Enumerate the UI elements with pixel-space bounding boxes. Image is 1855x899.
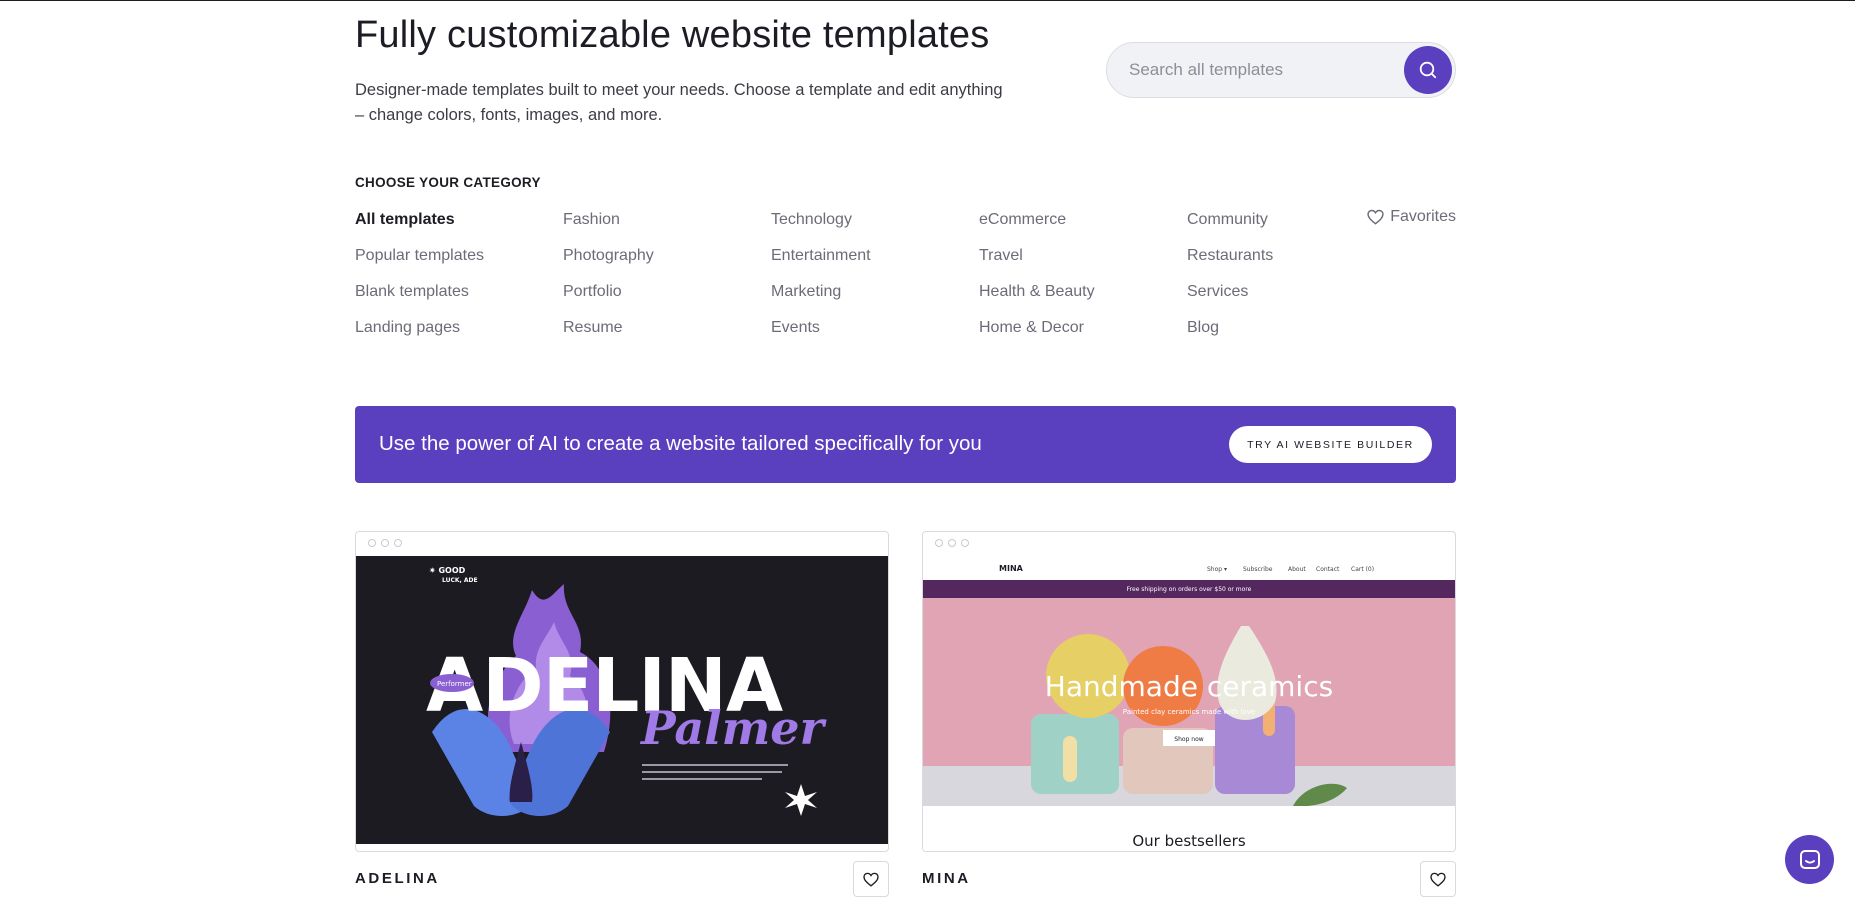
svg-text:Handmade ceramics: Handmade ceramics: [1045, 670, 1333, 703]
add-to-favorites-button[interactable]: [853, 861, 889, 897]
svg-text:Free shipping on orders over $: Free shipping on orders over $50 or more: [1127, 586, 1252, 593]
add-to-favorites-button[interactable]: [1420, 861, 1456, 897]
category-travel[interactable]: Travel: [979, 244, 1095, 280]
search-button[interactable]: [1404, 46, 1452, 94]
ai-banner: Use the power of AI to create a website …: [355, 406, 1456, 483]
page-title: Fully customizable website templates: [355, 14, 990, 56]
svg-text:MINA: MINA: [999, 564, 1024, 573]
search-icon: [1419, 61, 1437, 79]
svg-text:Subscribe: Subscribe: [1243, 566, 1273, 573]
category-marketing[interactable]: Marketing: [771, 280, 871, 316]
search-input[interactable]: [1129, 43, 1379, 97]
adelina-preview-image: ADELINA Palmer Performer ✷ GOOD LUCK, AD…: [356, 556, 888, 844]
template-name[interactable]: MINA: [922, 870, 971, 887]
category-blog[interactable]: Blog: [1187, 316, 1273, 352]
template-preview-frame[interactable]: MINA Shop ▾ Subscribe About Contact Cart…: [922, 531, 1456, 852]
heart-icon: [1367, 209, 1384, 225]
template-name[interactable]: ADELINA: [355, 870, 440, 887]
category-column: Community Restaurants Services Blog: [1187, 208, 1273, 352]
svg-text:Cart (0): Cart (0): [1351, 566, 1374, 573]
category-column: eCommerce Travel Health & Beauty Home & …: [979, 208, 1095, 352]
category-landing-pages[interactable]: Landing pages: [355, 316, 484, 352]
svg-text:LUCK, ADE: LUCK, ADE: [442, 577, 478, 584]
browser-dots: [368, 539, 402, 547]
svg-text:Palmer: Palmer: [639, 701, 828, 755]
try-ai-website-builder-button[interactable]: TRY AI WEBSITE BUILDER: [1229, 426, 1432, 463]
category-photography[interactable]: Photography: [563, 244, 654, 280]
svg-text:Performer: Performer: [437, 680, 472, 688]
svg-text:Shop ▾: Shop ▾: [1207, 566, 1227, 573]
category-column: Fashion Photography Portfolio Resume: [563, 208, 654, 352]
category-blank-templates[interactable]: Blank templates: [355, 280, 484, 316]
svg-text:Contact: Contact: [1316, 566, 1340, 573]
category-popular-templates[interactable]: Popular templates: [355, 244, 484, 280]
page-subtitle: Designer-made templates built to meet yo…: [355, 81, 1003, 124]
svg-text:✷ GOOD: ✷ GOOD: [429, 566, 466, 575]
mina-preview-image: MINA Shop ▾ Subscribe About Contact Cart…: [923, 556, 1455, 851]
category-events[interactable]: Events: [771, 316, 871, 352]
favorites-label: Favorites: [1390, 208, 1456, 225]
chat-icon: [1799, 849, 1820, 869]
category-portfolio[interactable]: Portfolio: [563, 280, 654, 316]
chat-launcher-button[interactable]: [1785, 835, 1834, 884]
template-card: MINA Shop ▾ Subscribe About Contact Cart…: [922, 531, 1456, 897]
category-services[interactable]: Services: [1187, 280, 1273, 316]
top-border: [0, 0, 1855, 1]
category-all-templates[interactable]: All templates: [355, 208, 484, 244]
category-entertainment[interactable]: Entertainment: [771, 244, 871, 280]
category-ecommerce[interactable]: eCommerce: [979, 208, 1095, 244]
heart-icon: [863, 872, 879, 887]
template-card: ADELINA Palmer Performer ✷ GOOD LUCK, AD…: [355, 531, 889, 897]
category-fashion[interactable]: Fashion: [563, 208, 654, 244]
category-technology[interactable]: Technology: [771, 208, 871, 244]
category-column: All templates Popular templates Blank te…: [355, 208, 484, 352]
svg-text:Shop now: Shop now: [1174, 736, 1203, 743]
category-column: Technology Entertainment Marketing Event…: [771, 208, 871, 352]
search-bar: [1106, 42, 1456, 98]
category-community[interactable]: Community: [1187, 208, 1273, 244]
category-heading: CHOOSE YOUR CATEGORY: [355, 175, 541, 190]
template-preview-frame[interactable]: ADELINA Palmer Performer ✷ GOOD LUCK, AD…: [355, 531, 889, 852]
heart-icon: [1430, 872, 1446, 887]
category-restaurants[interactable]: Restaurants: [1187, 244, 1273, 280]
category-resume[interactable]: Resume: [563, 316, 654, 352]
svg-text:About: About: [1288, 566, 1306, 573]
category-health-beauty[interactable]: Health & Beauty: [979, 280, 1095, 316]
category-home-decor[interactable]: Home & Decor: [979, 316, 1095, 352]
browser-dots: [935, 539, 969, 547]
svg-text:Painted clay ceramics made wit: Painted clay ceramics made with love: [1123, 708, 1255, 716]
ai-banner-text: Use the power of AI to create a website …: [379, 432, 982, 455]
favorites-link[interactable]: Favorites: [1367, 208, 1456, 226]
svg-text:Our bestsellers: Our bestsellers: [1132, 832, 1245, 850]
